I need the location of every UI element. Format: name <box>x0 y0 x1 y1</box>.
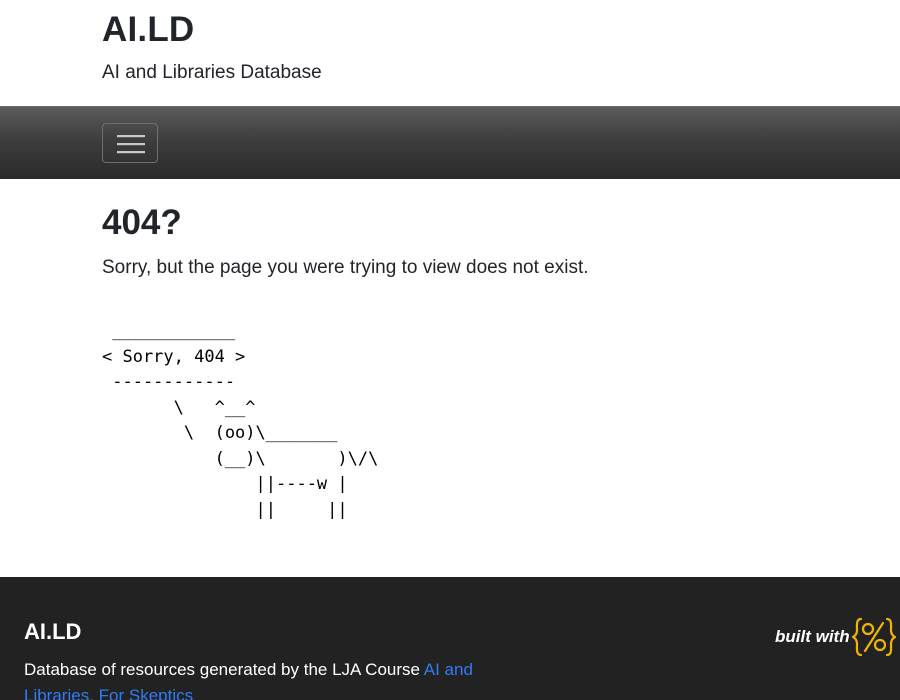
footer-description: Database of resources generated by the L… <box>24 657 494 700</box>
site-header: AI.LD AI and Libraries Database <box>0 0 900 106</box>
site-footer: AI.LD Database of resources generated by… <box>0 577 900 700</box>
built-with-label: built with <box>775 627 850 646</box>
navbar-toggle-button[interactable] <box>102 123 158 163</box>
site-title[interactable]: AI.LD <box>102 10 194 50</box>
navbar <box>0 106 900 179</box>
page-title: 404? <box>102 203 182 242</box>
site-subtitle: AI and Libraries Database <box>102 62 322 83</box>
curly-percent-logo-icon <box>851 617 896 657</box>
footer-title: AI.LD <box>24 619 82 644</box>
footer-description-text: Database of resources generated by the L… <box>24 660 424 679</box>
main-content: 404? Sorry, but the page you were trying… <box>0 179 900 577</box>
ascii-cow-art: ____________ < Sorry, 404 > ------------… <box>102 321 379 520</box>
error-message: Sorry, but the page you were trying to v… <box>102 257 589 278</box>
built-with-badge[interactable]: built with <box>775 617 896 657</box>
hamburger-menu-icon <box>117 135 145 154</box>
